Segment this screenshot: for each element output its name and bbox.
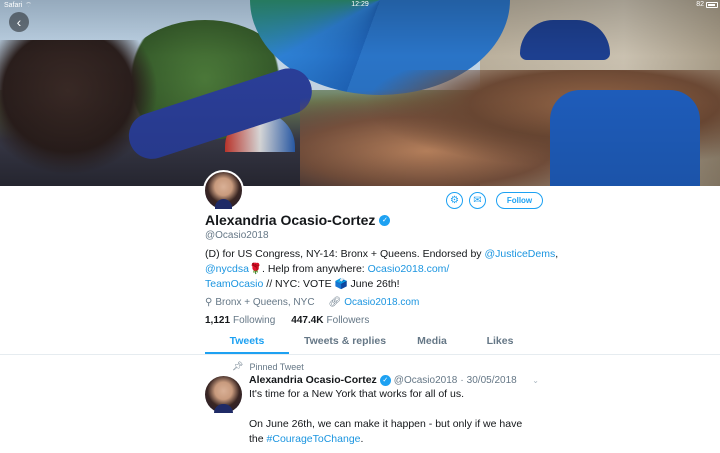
battery-icon [706,1,718,8]
mention-nycdsa[interactable]: @nycdsa [205,263,249,275]
mention-justicedems[interactable]: @JusticeDems [484,248,555,260]
tweet-avatar[interactable] [205,376,242,413]
profile-avatar[interactable] [203,170,244,211]
gear-icon: ⚙ [450,195,459,206]
profile-meta: ⚲ Bronx + Queens, NYC 🔗︎ Ocasio2018.com [205,297,565,308]
message-button[interactable]: ✉ [469,192,486,209]
settings-button[interactable]: ⚙ [446,192,463,209]
profile-bio: (D) for US Congress, NY-14: Bronx + Quee… [205,248,559,290]
pin-icon: 📌︎ [232,361,244,371]
tab-tweets-replies[interactable]: Tweets & replies [289,332,401,354]
profile-actions: ⚙ ✉ Follow [446,192,543,209]
verified-badge-icon: ✓ [379,374,391,386]
profile-handle: @Ocasio2018 [205,230,269,241]
profile-location: ⚲ Bronx + Queens, NYC [205,297,315,308]
tweet-dot: · [460,374,464,386]
profile-info: Alexandria Ocasio-Cortez ✓ @Ocasio2018 (… [205,212,565,326]
status-bar: Safari ⌔ 12:29 82 [0,0,720,10]
profile-banner [0,0,720,186]
follow-button[interactable]: Follow [496,192,543,209]
battery-percent: 82 [696,1,704,8]
chevron-down-icon[interactable]: ⌄ [532,376,539,385]
pinned-tweet[interactable]: Alexandria Ocasio-Cortez ✓ @Ocasio2018 ·… [249,374,549,447]
envelope-icon: ✉ [473,195,482,206]
status-time: 12:29 [351,1,369,8]
profile-name: Alexandria Ocasio-Cortez [205,212,376,228]
location-pin-icon: ⚲ [205,297,213,308]
followers-count[interactable]: 447.4K Followers [291,315,369,326]
tweet-text: It's time for a New York that works for … [249,388,523,445]
tweet-author-handle: @Ocasio2018 [393,374,458,386]
profile-website[interactable]: 🔗︎ Ocasio2018.com [329,297,420,308]
following-count[interactable]: 1,121 Following [205,315,275,326]
hashtag-link[interactable]: #CourageToChange [267,433,361,445]
tweet-author-name[interactable]: Alexandria Ocasio-Cortez [249,374,377,386]
back-button[interactable]: ‹ [9,12,29,32]
tab-likes[interactable]: Likes [463,332,537,354]
profile-counts: 1,121 Following 447.4K Followers [205,315,565,326]
pinned-label: Pinned Tweet [249,361,304,372]
verified-badge-icon: ✓ [379,214,391,226]
tweet-date[interactable]: 30/05/2018 [467,375,517,386]
pinned-label-row: 📌︎ Pinned Tweet [232,361,304,372]
profile-tabs: Tweets Tweets & replies Media Likes [205,332,545,354]
tabs-divider [0,354,720,355]
tab-tweets[interactable]: Tweets [205,332,289,354]
link-icon: 🔗︎ [328,297,342,308]
chevron-left-icon: ‹ [16,14,22,30]
tab-media[interactable]: Media [401,332,463,354]
